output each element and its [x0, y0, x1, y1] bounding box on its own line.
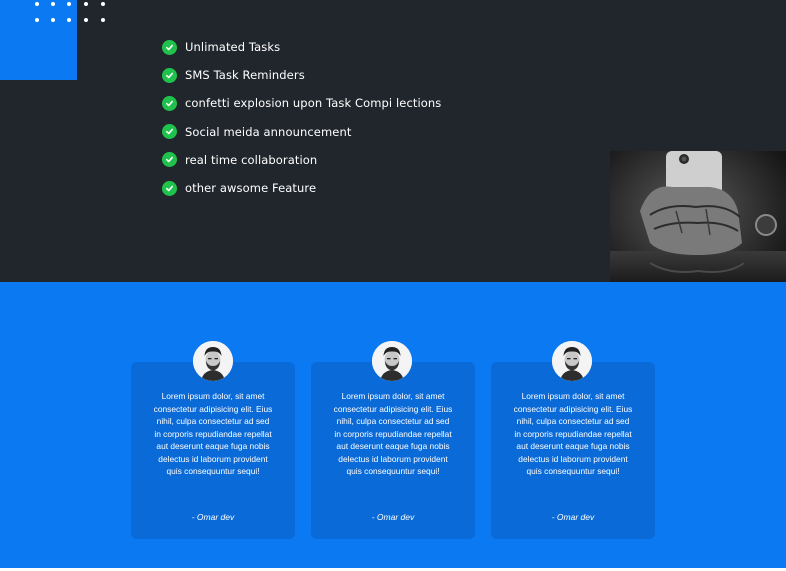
- feature-label: other awsome Feature: [185, 181, 317, 196]
- feature-item: Social meida announcement: [162, 118, 441, 146]
- check-circle-icon: [162, 67, 177, 83]
- feature-label: SMS Task Reminders: [185, 68, 305, 83]
- check-circle-icon: [162, 39, 177, 55]
- testimonial-card: Lorem ipsum dolor, sit amet consectetur …: [131, 362, 295, 539]
- feature-item: confetti explosion upon Task Compi lecti…: [162, 89, 441, 117]
- feature-item: SMS Task Reminders: [162, 61, 441, 89]
- testimonial-author: - Omar dev: [551, 512, 595, 522]
- testimonial-author: - Omar dev: [191, 512, 235, 522]
- avatar: [193, 341, 233, 381]
- testimonial-text: Lorem ipsum dolor, sit amet consectetur …: [153, 391, 273, 476]
- testimonial-text: Lorem ipsum dolor, sit amet consectetur …: [513, 391, 633, 476]
- feature-item: Unlimated Tasks: [162, 33, 441, 61]
- feature-label: Social meida announcement: [185, 124, 352, 139]
- feature-label: confetti explosion upon Task Compi lecti…: [185, 96, 442, 111]
- feature-item: other awsome Feature: [162, 174, 441, 202]
- testimonial-author: - Omar dev: [371, 512, 415, 522]
- feature-label: Unlimated Tasks: [185, 40, 281, 55]
- feature-list: Unlimated Tasks SMS Task Reminders confe…: [162, 33, 441, 202]
- avatar: [552, 341, 592, 381]
- feature-label: real time collaboration: [185, 152, 318, 167]
- check-circle-icon: [162, 124, 177, 140]
- decorative-dot-grid: [33, 0, 113, 26]
- testimonial-text: Lorem ipsum dolor, sit amet consectetur …: [333, 391, 453, 476]
- feature-item: real time collaboration: [162, 146, 441, 174]
- testimonial-card: Lorem ipsum dolor, sit amet consectetur …: [491, 362, 655, 539]
- check-circle-icon: [162, 180, 177, 196]
- check-circle-icon: [162, 152, 177, 168]
- hands-phone-photo: [610, 151, 786, 298]
- check-circle-icon: [162, 95, 177, 111]
- avatar: [372, 341, 412, 381]
- testimonial-card: Lorem ipsum dolor, sit amet consectetur …: [311, 362, 475, 539]
